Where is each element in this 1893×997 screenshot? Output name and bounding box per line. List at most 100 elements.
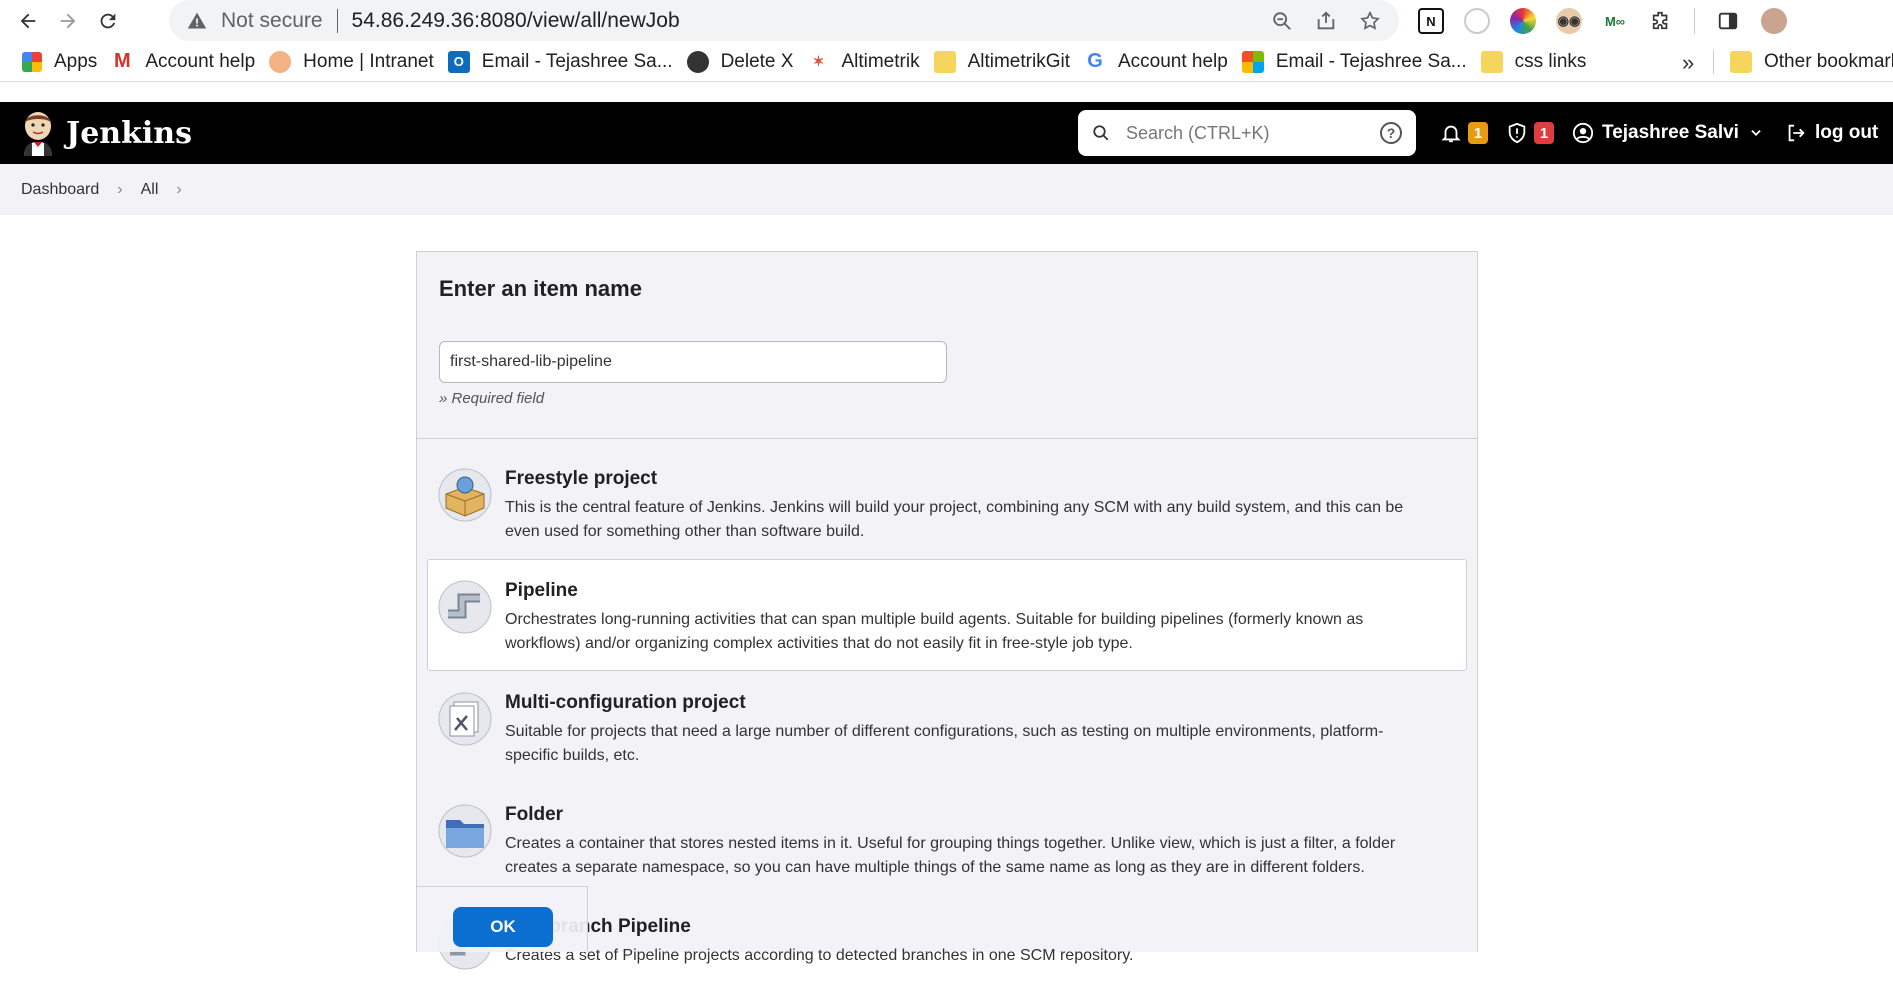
folder-icon (1480, 50, 1503, 73)
item-name-input[interactable] (439, 341, 947, 383)
bookmark-apps[interactable]: Apps (22, 42, 111, 82)
bookmark-email-2[interactable]: Email - Tejashree Sa... (1241, 42, 1481, 82)
item-type-description: Suitable for projects that need a large … (505, 723, 1384, 764)
item-name-section: Enter an item name » Required field (417, 252, 1477, 439)
address-bar[interactable]: Not secure 54.86.249.36:8080/view/all/ne… (169, 0, 1399, 41)
google-icon: G (1087, 50, 1103, 72)
bookmark-home-intranet[interactable]: Home | Intranet (269, 42, 448, 82)
bookmark-account-help[interactable]: M Account help (111, 42, 269, 82)
bookmark-label: AltimetrikGit (967, 50, 1070, 72)
bookmark-account-help-2[interactable]: G Account help (1084, 42, 1242, 82)
breadcrumb: Dashboard › All › (0, 164, 1893, 215)
microsoft-icon (1241, 50, 1264, 73)
outlook-icon: O (447, 50, 470, 73)
security-badge[interactable]: 1 (1534, 122, 1554, 144)
required-field-note: » Required field (439, 390, 545, 407)
notion-icon[interactable]: N (1418, 8, 1444, 34)
item-type-name: Multibranch Pipeline (505, 916, 691, 937)
jenkins-butler-icon (24, 112, 52, 156)
bookmark-delete-x[interactable]: Delete X (686, 42, 808, 82)
item-type-name: Folder (505, 804, 564, 825)
bookmark-label: Delete X (720, 50, 794, 72)
bookmark-altimetrikgit[interactable]: AltimetrikGit (933, 42, 1084, 82)
toolbar-divider (1694, 8, 1695, 34)
page-title: Enter an item name (439, 276, 642, 301)
color-picker-icon[interactable] (1510, 8, 1536, 34)
bookmark-other[interactable]: Other bookmarks (1730, 42, 1893, 82)
divider (336, 8, 338, 33)
logout-icon[interactable] (1785, 122, 1807, 144)
face-extension-icon[interactable]: ◉◉ (1556, 8, 1582, 34)
search-icon (1093, 125, 1109, 141)
forward-icon[interactable] (48, 1, 88, 41)
bookmark-label: Other bookmarks (1764, 51, 1893, 72)
chevron-down-icon[interactable] (1749, 126, 1763, 140)
apps-grid-icon (22, 51, 42, 72)
warning-icon (187, 12, 207, 28)
item-type-freestyle[interactable]: Freestyle project This is the central fe… (427, 447, 1467, 559)
item-type-description: Creates a set of Pipeline projects accor… (505, 947, 1134, 964)
folder-icon (438, 804, 492, 858)
search-input[interactable]: Search (CTRL+K) (1126, 123, 1270, 144)
reload-icon[interactable] (88, 1, 128, 41)
item-type-name: Multi-configuration project (505, 692, 746, 713)
ok-button[interactable]: OK (453, 907, 553, 947)
browser-toolbar: Not secure 54.86.249.36:8080/view/all/ne… (0, 0, 1893, 42)
user-icon (1572, 122, 1594, 144)
security-label: Not secure (221, 8, 323, 32)
bookmark-email-1[interactable]: O Email - Tejashree Sa... (447, 42, 687, 82)
jenkins-home-link[interactable]: Jenkins (20, 110, 192, 156)
chevron-right-icon[interactable]: › (176, 181, 181, 199)
folder-icon (933, 50, 956, 73)
bookmark-altimetrik[interactable]: ✶ Altimetrik (807, 42, 933, 82)
url-text[interactable]: 54.86.249.36:8080/view/all/newJob (352, 9, 680, 33)
item-type-pipeline[interactable]: Pipeline Orchestrates long-running activ… (427, 559, 1467, 671)
item-type-description: Orchestrates long-running activities tha… (505, 611, 1364, 652)
side-panel-icon[interactable] (1715, 8, 1741, 34)
logout-link[interactable]: log out (1815, 122, 1878, 144)
bookmark-label: Apps (54, 50, 98, 72)
user-menu[interactable]: Tejashree Salvi (1602, 122, 1739, 144)
folder-icon (1730, 51, 1752, 73)
new-item-panel: Enter an item name » Required field Free… (416, 251, 1478, 970)
item-type-folder[interactable]: Folder Creates a container that stores n… (427, 783, 1467, 895)
profile-avatar-icon[interactable] (1761, 8, 1787, 34)
item-type-description: This is the central feature of Jenkins. … (505, 499, 1404, 540)
chevron-right-icon: › (117, 180, 123, 198)
bookmark-label: Account help (145, 50, 256, 72)
freestyle-box-icon (438, 468, 492, 522)
globe-icon (686, 50, 709, 73)
back-icon[interactable] (8, 1, 48, 41)
bookmark-css-links[interactable]: css links (1480, 42, 1601, 82)
pipeline-pipe-icon (438, 580, 492, 634)
form-footer: OK (416, 886, 588, 952)
breadcrumb-dashboard[interactable]: Dashboard (21, 181, 99, 199)
star-icon[interactable] (1359, 10, 1381, 32)
item-type-multi-configuration[interactable]: Multi-configuration project Suitable for… (427, 671, 1467, 783)
notification-badge[interactable]: 1 (1468, 122, 1488, 144)
search-box[interactable]: Search (CTRL+K) ? (1078, 110, 1416, 156)
item-type-description: Creates a container that stores nested i… (505, 835, 1396, 876)
item-type-name: Freestyle project (505, 468, 658, 489)
bookmark-label: Home | Intranet (303, 50, 434, 72)
shield-icon[interactable] (1506, 122, 1528, 144)
zoom-icon[interactable] (1271, 10, 1293, 32)
more-bookmarks-chevron-icon[interactable]: » (1682, 50, 1694, 76)
grammar-extension-icon[interactable]: M∞ (1602, 8, 1628, 34)
share-icon[interactable] (1315, 10, 1337, 32)
item-type-name: Pipeline (505, 580, 578, 601)
altimetrik-icon: ✶ (812, 53, 825, 69)
jenkins-header: Jenkins Search (CTRL+K) ? 1 1 Tejashree … (0, 102, 1893, 164)
gmail-icon: M (113, 50, 131, 72)
extensions-puzzle-icon[interactable] (1648, 8, 1674, 34)
bookmarks-divider (1713, 50, 1714, 74)
bell-icon[interactable] (1440, 122, 1462, 144)
bookmark-label: css links (1514, 50, 1587, 72)
extension-circle-icon[interactable] (1464, 8, 1490, 34)
help-icon[interactable]: ? (1380, 122, 1402, 144)
bookmark-label: Email - Tejashree Sa... (481, 50, 673, 72)
bookmark-label: Email - Tejashree Sa... (1275, 50, 1467, 72)
bookmarks-bar: Apps M Account help Home | Intranet O Em… (0, 42, 1893, 82)
bookmark-label: Account help (1117, 50, 1228, 72)
breadcrumb-all[interactable]: All (141, 181, 159, 199)
